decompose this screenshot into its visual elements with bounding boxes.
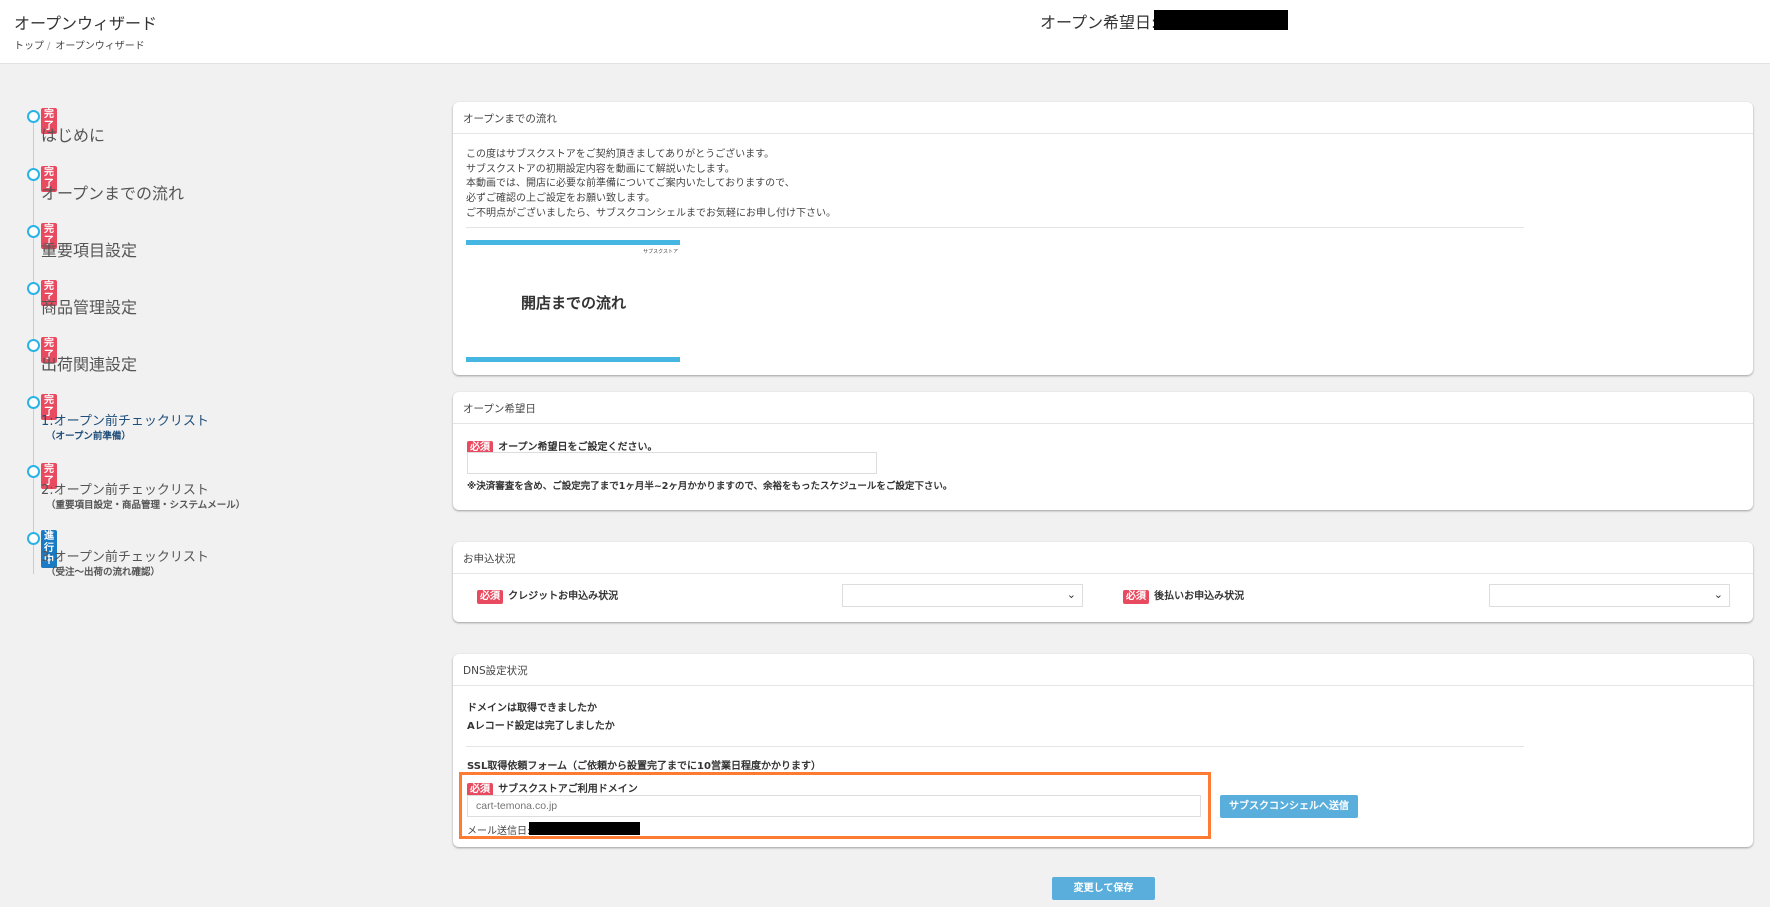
step-sublabel: （重要項目設定・商品管理・システムメール） xyxy=(46,500,246,511)
open-date-label: オープン希望日: xyxy=(1040,13,1157,32)
step-circle-icon xyxy=(27,339,40,352)
credit-label: クレジットお申込み状況 xyxy=(508,591,619,602)
step-label[interactable]: はじめに xyxy=(41,122,105,146)
required-badge: 必須 xyxy=(1123,590,1149,604)
video-title: 開店までの流れ xyxy=(521,294,627,312)
step-circle-icon xyxy=(27,282,40,295)
panel-title: オープン希望日 xyxy=(453,392,1753,424)
credit-status-select[interactable]: ⌄ xyxy=(842,584,1083,607)
step-sublabel: （オープン前準備） xyxy=(46,431,131,442)
step-circle-icon xyxy=(27,396,40,409)
step-label[interactable]: 商品管理設定 xyxy=(41,294,137,318)
step-label[interactable]: 2:オープン前チェックリスト xyxy=(41,479,209,498)
divider xyxy=(466,746,1524,747)
step-circle-icon xyxy=(27,465,40,478)
step-label[interactable]: 1:オープン前チェックリスト xyxy=(41,410,209,429)
step-circle-icon xyxy=(27,225,40,238)
deferred-status-select[interactable]: ⌄ xyxy=(1489,584,1730,607)
breadcrumb-top[interactable]: トップ xyxy=(14,41,44,52)
step-sublabel: （受注〜出荷の流れ確認） xyxy=(46,567,161,578)
page-header: オープンウィザード トップ / オープンウィザード オープン希望日: xyxy=(0,0,1770,64)
deferred-label: 後払いお申込み状況 xyxy=(1154,591,1245,602)
breadcrumb-current: オープンウィザード xyxy=(55,41,145,52)
step-label[interactable]: 3:オープン前チェックリスト xyxy=(41,546,209,565)
video-thumbnail[interactable]: サブスクストア 開店までの流れ xyxy=(466,240,680,362)
chevron-down-icon: ⌄ xyxy=(1713,588,1723,601)
open-date-note: ※決済審査を含め、ご設定完了まで1ヶ月半~2ヶ月かかりますので、余裕をもったスケ… xyxy=(467,481,953,492)
open-date-input[interactable] xyxy=(467,452,877,474)
mail-sent-label: メール送信日: xyxy=(467,826,531,837)
step-label[interactable]: 重要項目設定 xyxy=(41,237,137,261)
step-circle-icon xyxy=(27,110,40,123)
a-record-question: Aレコード設定は完了しましたか xyxy=(467,721,615,732)
panel-title: お申込状況 xyxy=(453,542,1753,574)
send-to-concierge-button[interactable]: サブスクコンシェルへ送信 xyxy=(1220,795,1358,818)
open-date-panel: オープン希望日 必須 オープン希望日をご設定ください。 ※決済審査を含め、ご設定… xyxy=(453,392,1753,510)
panel-title: オープンまでの流れ xyxy=(453,102,1753,134)
step-label[interactable]: 出荷関連設定 xyxy=(41,351,137,375)
redacted-mail-date xyxy=(529,822,640,835)
breadcrumb: トップ / オープンウィザード xyxy=(14,41,145,52)
domain-input[interactable] xyxy=(467,795,1201,817)
step-label[interactable]: オープンまでの流れ xyxy=(41,180,184,204)
intro-text: この度はサブスクストアをご契約頂きましてありがとうございます。 サブスクストアの… xyxy=(466,149,836,219)
page-title: オープンウィザード xyxy=(14,14,158,33)
step-circle-icon xyxy=(27,168,40,181)
video-logo: サブスクストア xyxy=(643,249,678,255)
panel-title: DNS設定状況 xyxy=(453,654,1753,686)
save-button[interactable]: 変更して保存 xyxy=(1052,877,1155,900)
required-badge: 必須 xyxy=(477,590,503,604)
domain-question: ドメインは取得できましたか xyxy=(467,703,597,714)
application-panel: お申込状況 必須 クレジットお申込み状況 ⌄ 必須 後払いお申込み状況 ⌄ xyxy=(453,542,1753,622)
divider xyxy=(466,227,1524,228)
ssl-form-title: SSL取得依頼フォーム（ご依頼から設置完了までに10営業日程度かかります） xyxy=(467,761,821,772)
domain-label: サブスクストアご利用ドメイン xyxy=(498,784,638,795)
redacted-date xyxy=(1154,10,1288,30)
chevron-down-icon: ⌄ xyxy=(1066,588,1076,601)
dns-panel: DNS設定状況 ドメインは取得できましたか Aレコード設定は完了しましたか SS… xyxy=(453,654,1753,847)
step-circle-icon xyxy=(27,532,40,545)
flow-panel: オープンまでの流れ この度はサブスクストアをご契約頂きましてありがとうございます… xyxy=(453,102,1753,375)
